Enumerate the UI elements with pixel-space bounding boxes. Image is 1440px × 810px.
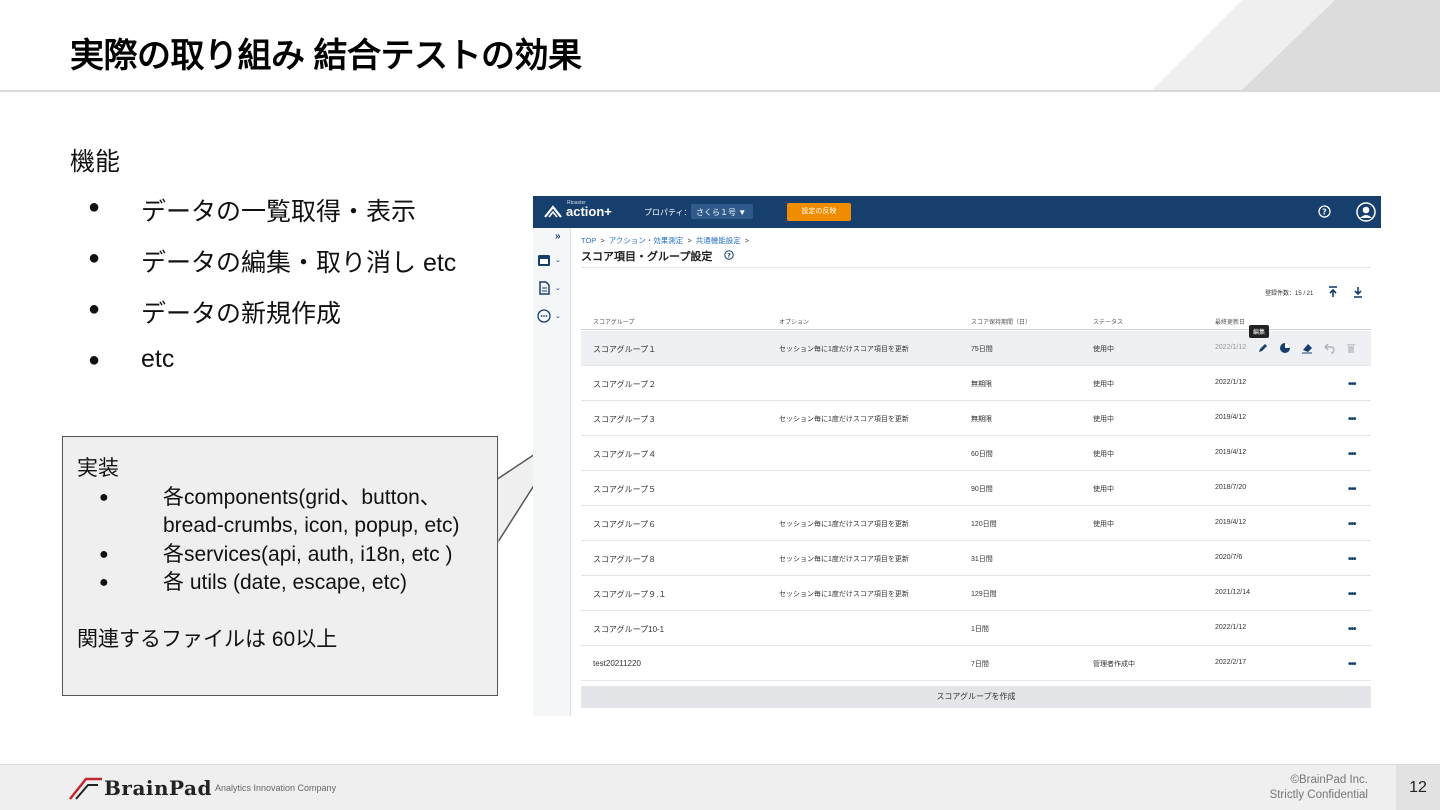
- download-icon[interactable]: [1353, 286, 1363, 298]
- brand-name: BrainPad: [104, 776, 212, 800]
- slide-title: 実際の取り組み 結合テストの効果: [70, 37, 582, 75]
- app-screenshot: action+ Rtoaster プロパティ： さくら１号 ▼ 設定の反映 ? …: [533, 196, 1381, 716]
- column-header[interactable]: スコア保持期間（日）: [971, 317, 1031, 326]
- help-icon[interactable]: ?: [1318, 205, 1331, 218]
- row-menu-icon[interactable]: •••: [1348, 379, 1356, 390]
- svg-text:?: ?: [727, 251, 731, 259]
- table-row[interactable]: スコアグループ２ 無期限 使用中 2022/1/12 •••: [581, 366, 1371, 401]
- row-menu-icon[interactable]: •••: [1348, 589, 1356, 600]
- callout-item: ● 各services(api, auth, i18n, etc ): [99, 542, 453, 566]
- edit-pencil-icon[interactable]: [1257, 342, 1269, 354]
- breadcrumb: TOP > アクション・効果測定 > 共通機能設定 >: [581, 236, 750, 245]
- callout-footer: 関連するファイルは 60以上: [77, 627, 338, 651]
- slide-header: 実際の取り組み 結合テストの効果: [0, 0, 1440, 92]
- callout-item: ● 各 utils (date, escape, etc): [99, 571, 407, 594]
- chevron-down-icon: ⌄: [555, 313, 561, 320]
- callout-item: ● 各components(grid、button、bread-crumbs, i…: [99, 485, 460, 538]
- row-menu-icon[interactable]: •••: [1348, 414, 1356, 425]
- property-select[interactable]: さくら１号 ▼: [691, 204, 753, 219]
- table-row[interactable]: スコアグループ４ 60日間 使用中 2019/4/12 •••: [581, 436, 1371, 471]
- trash-icon[interactable]: [1345, 342, 1357, 354]
- row-menu-icon[interactable]: •••: [1348, 519, 1356, 530]
- user-avatar-icon[interactable]: [1356, 202, 1376, 222]
- app-sidebar: » ⌄ ⌄ ⌄: [533, 228, 571, 716]
- eraser-icon[interactable]: [1301, 342, 1313, 354]
- implementation-callout: 実装 ● 各components(grid、button、bread-crumbs…: [62, 436, 498, 696]
- breadcrumb-link[interactable]: 共通機能設定: [696, 236, 741, 245]
- row-menu-icon[interactable]: •••: [1348, 624, 1356, 635]
- feature-list: ● データの一覧取得・表示 ● データの編集・取り消し etc ● データの新規作成 …: [88, 192, 456, 396]
- divider: [581, 267, 1371, 268]
- calendar-icon: [538, 255, 550, 266]
- callout-heading: 実装: [77, 457, 119, 480]
- svg-text:?: ?: [1322, 207, 1327, 216]
- apply-settings-button[interactable]: 設定の反映: [787, 203, 851, 221]
- sidebar-item-actions[interactable]: ⌄: [537, 250, 567, 270]
- brainpad-logo: BrainPad: [68, 775, 212, 801]
- table-row[interactable]: スコアグループ６ セッション毎に1度だけスコア項目を更新 120日間 使用中 2019/…: [581, 506, 1371, 541]
- breadcrumb-link[interactable]: TOP: [581, 236, 596, 245]
- logo-subtext: Rtoaster: [567, 200, 586, 206]
- property-label: プロパティ：: [644, 208, 692, 217]
- chevron-down-icon: ⌄: [555, 257, 561, 264]
- sidebar-item-documents[interactable]: ⌄: [537, 278, 567, 298]
- logo-chevron-icon: [544, 205, 562, 218]
- table-row[interactable]: スコアグループ８ セッション毎に1度だけスコア項目を更新 31日間 2020/7/6 …: [581, 541, 1371, 576]
- app-topbar: action+ Rtoaster プロパティ： さくら１号 ▼ 設定の反映 ?: [533, 196, 1381, 228]
- row-menu-icon[interactable]: •••: [1348, 449, 1356, 460]
- sidebar-item-more[interactable]: ⌄: [537, 306, 567, 326]
- feature-item: ● データの編集・取り消し etc: [88, 247, 457, 277]
- column-header[interactable]: スコアグループ: [593, 317, 634, 326]
- help-icon[interactable]: ?: [724, 250, 734, 260]
- table-row[interactable]: スコアグループ10-1 1日間 2022/1/12 •••: [581, 611, 1371, 646]
- row-menu-icon[interactable]: •••: [1348, 554, 1356, 565]
- table-row[interactable]: スコアグループ９.１ セッション毎に1度だけスコア項目を更新 129日間 2021/1…: [581, 576, 1371, 611]
- undo-icon[interactable]: [1323, 342, 1335, 354]
- record-count: 登録件数：15 / 21: [1265, 291, 1314, 297]
- create-score-group-button[interactable]: スコアグループを作成: [581, 686, 1371, 708]
- breadcrumb-link[interactable]: アクション・効果測定: [609, 236, 684, 245]
- brainpad-mark-icon: [69, 777, 102, 800]
- feature-item: ● データの新規作成: [88, 298, 342, 328]
- slide-footer: BrainPad Analytics Innovation Company ©B…: [0, 764, 1440, 810]
- brand-tagline: Analytics Innovation Company: [215, 783, 337, 793]
- column-header[interactable]: オプション: [779, 317, 809, 326]
- chevron-down-icon: ⌄: [555, 285, 561, 292]
- feature-item: ● データの一覧取得・表示: [88, 196, 417, 226]
- row-menu-icon[interactable]: •••: [1348, 484, 1356, 495]
- column-header[interactable]: 最終更新日: [1215, 317, 1245, 326]
- upload-icon[interactable]: [1328, 286, 1338, 298]
- row-actions: [1257, 342, 1357, 354]
- more-circle-icon: [537, 309, 551, 323]
- column-header[interactable]: ステータス: [1093, 317, 1123, 326]
- pie-chart-icon[interactable]: [1279, 342, 1291, 354]
- callout-list: ● 各components(grid、button、bread-crumbs, i…: [99, 484, 492, 598]
- edit-tooltip: 編集: [1249, 325, 1270, 338]
- sidebar-expand-icon[interactable]: »: [555, 231, 561, 242]
- page-title: スコア項目・グループ設定: [581, 251, 713, 263]
- table-row[interactable]: test20211220 7日間 管理者作成中 2022/2/17 •••: [581, 646, 1371, 681]
- row-menu-icon[interactable]: •••: [1348, 659, 1356, 670]
- feature-item: ● etc: [88, 345, 175, 373]
- table-row[interactable]: スコアグループ５ 90日間 使用中 2018/7/20 •••: [581, 471, 1371, 506]
- page-number: 12: [1396, 765, 1440, 810]
- copyright: ©BrainPad Inc. Strictly Confidential: [1269, 774, 1368, 801]
- document-icon: [539, 281, 550, 295]
- feature-heading: 機能: [70, 148, 121, 176]
- table-row[interactable]: スコアグループ３ セッション毎に1度だけスコア項目を更新 無期限 使用中 2019/4/…: [581, 401, 1371, 436]
